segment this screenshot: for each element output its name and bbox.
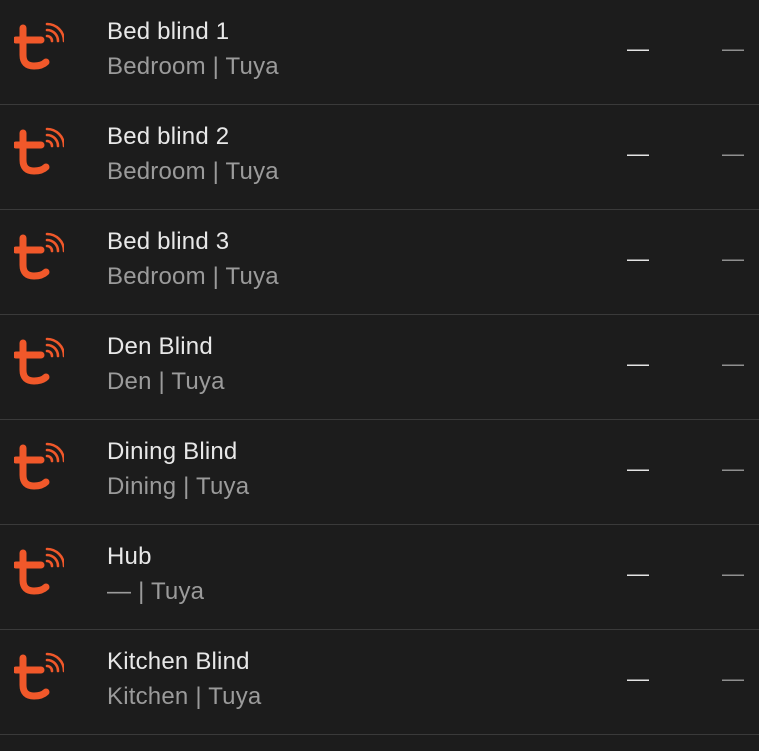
device-row[interactable]: Bed blind 1 Bedroom | Tuya — — — [0, 0, 759, 105]
device-name: Bed blind 1 — [107, 18, 230, 45]
device-area: Bedroom — [107, 53, 206, 80]
device-list: Bed blind 1 Bedroom | Tuya — — Bed blind… — [0, 0, 759, 751]
device-integration: Tuya — [208, 683, 262, 710]
device-integration: Tuya — [225, 158, 279, 185]
device-subtitle: — | Tuya — [107, 578, 204, 606]
device-area: Dining — [107, 473, 177, 500]
device-column-value-2: — — [722, 246, 744, 271]
device-column-value-1: — — [627, 141, 649, 166]
device-subtitle: Dining | Tuya — [107, 473, 249, 501]
device-row[interactable]: Hub — | Tuya — — — [0, 525, 759, 630]
device-column-value-2: — — [722, 456, 744, 481]
tuya-logo-icon — [14, 22, 64, 74]
device-integration: Tuya — [171, 368, 225, 395]
tuya-logo-icon — [14, 232, 64, 284]
device-column-value-1: — — [627, 351, 649, 376]
device-column-value-2: — — [722, 36, 744, 61]
device-area: Bedroom — [107, 263, 206, 290]
device-integration: Tuya — [150, 578, 205, 605]
device-name: Hub — [107, 543, 152, 570]
device-column-value-1: — — [627, 561, 649, 586]
device-column-value-2: — — [722, 351, 744, 376]
device-row[interactable]: Dining Blind Dining | Tuya — — — [0, 420, 759, 525]
device-integration: Tuya — [225, 263, 279, 290]
device-integration: Tuya — [196, 473, 250, 500]
subtitle-separator: | — [138, 578, 145, 605]
device-integration: Tuya — [225, 53, 279, 80]
device-name: Kitchen Blind — [107, 648, 250, 675]
tuya-logo-icon — [14, 127, 64, 179]
device-row[interactable]: Bed blind 3 Bedroom | Tuya — — — [0, 210, 759, 315]
device-name: Bed blind 3 — [107, 228, 230, 255]
device-subtitle: Bedroom | Tuya — [107, 53, 279, 81]
subtitle-separator: | — [212, 158, 220, 185]
device-row[interactable]: Bed blind 2 Bedroom | Tuya — — — [0, 105, 759, 210]
device-column-value-1: — — [627, 666, 649, 691]
device-column-value-2: — — [722, 561, 744, 586]
device-area: Kitchen — [107, 683, 189, 710]
device-column-value-1: — — [627, 246, 649, 271]
device-row[interactable]: Den Blind Den | Tuya — — — [0, 315, 759, 420]
device-column-value-1: — — [627, 36, 649, 61]
device-name: Den Blind — [107, 333, 213, 360]
device-subtitle: Den | Tuya — [107, 368, 225, 396]
device-column-value-2: — — [722, 141, 744, 166]
tuya-logo-icon — [14, 442, 64, 494]
tuya-logo-icon — [14, 547, 64, 599]
subtitle-separator: | — [212, 263, 220, 290]
tuya-logo-icon — [14, 652, 64, 704]
subtitle-separator: | — [212, 53, 220, 80]
device-name: Bed blind 2 — [107, 123, 230, 150]
device-area: Bedroom — [107, 158, 206, 185]
subtitle-separator: | — [183, 473, 190, 500]
device-area: — — [107, 578, 132, 605]
device-subtitle: Bedroom | Tuya — [107, 158, 279, 186]
device-row-partial[interactable] — [0, 735, 759, 751]
tuya-logo-icon — [14, 337, 64, 389]
subtitle-separator: | — [195, 683, 202, 710]
device-name: Dining Blind — [107, 438, 238, 465]
device-subtitle: Bedroom | Tuya — [107, 263, 279, 291]
device-column-value-2: — — [722, 666, 744, 691]
device-subtitle: Kitchen | Tuya — [107, 683, 261, 711]
device-area: Den — [107, 368, 152, 395]
device-column-value-1: — — [627, 456, 649, 481]
subtitle-separator: | — [158, 368, 165, 395]
device-row[interactable]: Kitchen Blind Kitchen | Tuya — — — [0, 630, 759, 735]
